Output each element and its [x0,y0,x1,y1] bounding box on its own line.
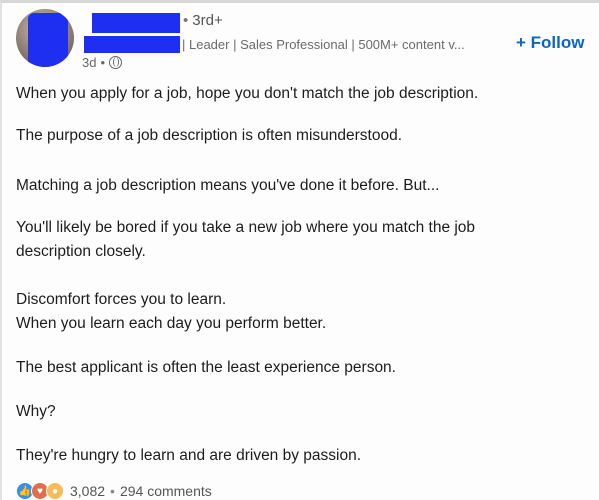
follow-button[interactable]: + Follow [516,33,584,53]
globe-icon [109,56,123,69]
post-paragraph: The purpose of a job description is ofte… [16,127,403,144]
insightful-icon: ● [46,482,64,500]
post-paragraph: You'll likely be bored if you take a new… [16,219,476,236]
separator-dot: • [110,483,115,499]
degree-label: 3rd+ [192,12,223,29]
post-paragraph: When you apply for a job, hope you don't… [16,85,479,102]
separator-dot: • [183,12,189,29]
reactions-count[interactable]: 3,082 [70,483,105,499]
post-time[interactable]: 3d [82,55,96,70]
headline-redaction [84,36,180,53]
separator-dot: • [100,55,106,70]
post-paragraph: When you learn each day you perform bett… [16,315,327,332]
post-paragraph: Why? [16,403,56,420]
post-meta: 3d • [82,55,123,70]
post-paragraph: They're hungry to learn and are driven b… [16,447,362,464]
connection-degree: • 3rd+ [183,12,223,29]
post-paragraph: description closely. [16,243,146,260]
avatar[interactable] [16,9,74,67]
post-paragraph: Matching a job description means you've … [16,177,440,194]
reaction-icons[interactable]: 👍 ♥ ● [16,482,64,500]
social-counts: 👍 ♥ ● 3,082 • 294 comments [16,481,212,500]
comments-count[interactable]: 294 comments [120,483,212,499]
avatar-redaction [28,13,68,67]
post-paragraph: Discomfort forces you to learn. [16,291,227,308]
post-paragraph: The best applicant is often the least ex… [16,359,396,376]
author-name-redaction[interactable] [92,13,180,33]
post-header: • 3rd+ | Leader | Sales Professional | 50… [2,3,599,75]
author-headline: | Leader | Sales Professional | 500M+ co… [182,37,465,52]
post-card: • 3rd+ | Leader | Sales Professional | 50… [0,0,599,500]
